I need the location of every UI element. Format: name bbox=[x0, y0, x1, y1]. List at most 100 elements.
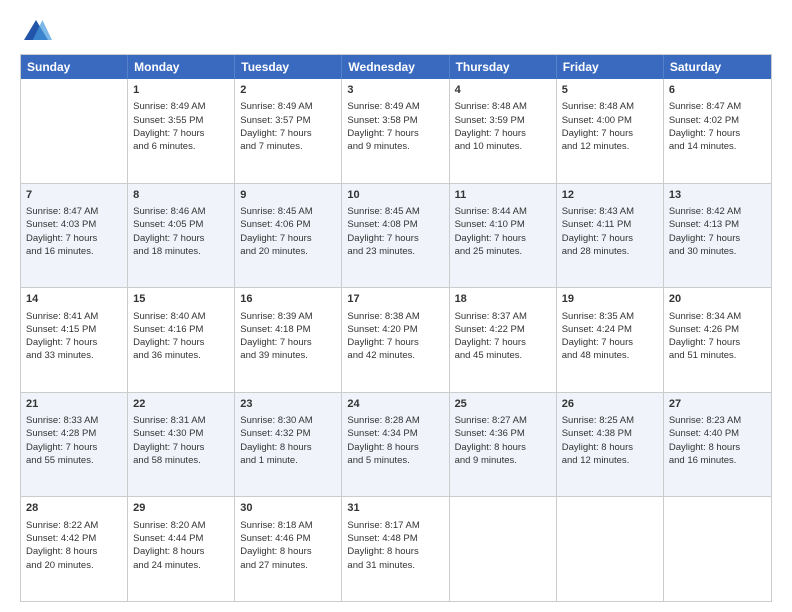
cell-text: Daylight: 7 hours bbox=[133, 336, 229, 349]
day-number: 22 bbox=[133, 397, 229, 412]
calendar-cell: 14Sunrise: 8:41 AMSunset: 4:15 PMDayligh… bbox=[21, 288, 128, 392]
cell-text: Sunset: 4:02 PM bbox=[669, 114, 766, 127]
day-number: 2 bbox=[240, 83, 336, 98]
day-number: 21 bbox=[26, 397, 122, 412]
cell-text: Sunrise: 8:48 AM bbox=[562, 100, 658, 113]
logo bbox=[20, 16, 56, 48]
cell-text: Daylight: 7 hours bbox=[347, 232, 443, 245]
calendar-cell bbox=[21, 79, 128, 183]
day-number: 10 bbox=[347, 188, 443, 203]
day-number: 8 bbox=[133, 188, 229, 203]
calendar-cell: 4Sunrise: 8:48 AMSunset: 3:59 PMDaylight… bbox=[450, 79, 557, 183]
header-day-monday: Monday bbox=[128, 55, 235, 79]
day-number: 17 bbox=[347, 292, 443, 307]
header-day-friday: Friday bbox=[557, 55, 664, 79]
cell-text: Daylight: 8 hours bbox=[240, 441, 336, 454]
cell-text: Daylight: 7 hours bbox=[669, 232, 766, 245]
cell-text: Sunrise: 8:28 AM bbox=[347, 414, 443, 427]
cell-text: and 55 minutes. bbox=[26, 454, 122, 467]
calendar-cell: 5 Sunrise: 8:48 AMSunset: 4:00 PMDaylight… bbox=[557, 79, 664, 183]
cell-text: Daylight: 8 hours bbox=[133, 545, 229, 558]
day-number: 5 bbox=[562, 83, 658, 98]
calendar-body: 1Sunrise: 8:49 AMSunset: 3:55 PMDaylight… bbox=[21, 79, 771, 601]
cell-text: Sunrise: 8:38 AM bbox=[347, 310, 443, 323]
calendar: SundayMondayTuesdayWednesdayThursdayFrid… bbox=[20, 54, 772, 602]
cell-text: Sunset: 4:11 PM bbox=[562, 218, 658, 231]
cell-text: Sunset: 3:55 PM bbox=[133, 114, 229, 127]
calendar-cell: 12Sunrise: 8:43 AMSunset: 4:11 PMDayligh… bbox=[557, 184, 664, 288]
cell-text: Sunrise: 8:20 AM bbox=[133, 519, 229, 532]
cell-text: Daylight: 7 hours bbox=[240, 127, 336, 140]
cell-text: Daylight: 7 hours bbox=[26, 441, 122, 454]
cell-text: Sunrise: 8:31 AM bbox=[133, 414, 229, 427]
calendar-cell bbox=[450, 497, 557, 601]
calendar-row-3: 14Sunrise: 8:41 AMSunset: 4:15 PMDayligh… bbox=[21, 287, 771, 392]
cell-text: and 20 minutes. bbox=[240, 245, 336, 258]
cell-text: Daylight: 7 hours bbox=[133, 232, 229, 245]
day-number: 3 bbox=[347, 83, 443, 98]
cell-text: Daylight: 8 hours bbox=[669, 441, 766, 454]
day-number: 23 bbox=[240, 397, 336, 412]
cell-text: Sunrise: 8:42 AM bbox=[669, 205, 766, 218]
cell-text: Sunrise: 8:39 AM bbox=[240, 310, 336, 323]
cell-text: Sunset: 4:00 PM bbox=[562, 114, 658, 127]
calendar-header-row: SundayMondayTuesdayWednesdayThursdayFrid… bbox=[21, 55, 771, 79]
cell-text: Daylight: 7 hours bbox=[240, 232, 336, 245]
cell-text: Sunset: 4:24 PM bbox=[562, 323, 658, 336]
calendar-cell: 27Sunrise: 8:23 AMSunset: 4:40 PMDayligh… bbox=[664, 393, 771, 497]
cell-text: and 58 minutes. bbox=[133, 454, 229, 467]
cell-text: Sunrise: 8:47 AM bbox=[669, 100, 766, 113]
cell-text: Sunset: 4:28 PM bbox=[26, 427, 122, 440]
cell-text: and 42 minutes. bbox=[347, 349, 443, 362]
cell-text: Daylight: 7 hours bbox=[669, 336, 766, 349]
day-number: 28 bbox=[26, 501, 122, 516]
day-number: 24 bbox=[347, 397, 443, 412]
page: SundayMondayTuesdayWednesdayThursdayFrid… bbox=[0, 0, 792, 612]
cell-text: Daylight: 7 hours bbox=[562, 127, 658, 140]
cell-text: Sunset: 4:08 PM bbox=[347, 218, 443, 231]
cell-text: and 27 minutes. bbox=[240, 559, 336, 572]
calendar-cell: 25Sunrise: 8:27 AMSunset: 4:36 PMDayligh… bbox=[450, 393, 557, 497]
cell-text: Daylight: 7 hours bbox=[455, 336, 551, 349]
calendar-cell: 17Sunrise: 8:38 AMSunset: 4:20 PMDayligh… bbox=[342, 288, 449, 392]
cell-text: Sunset: 4:20 PM bbox=[347, 323, 443, 336]
cell-text: Sunrise: 8:30 AM bbox=[240, 414, 336, 427]
cell-text: Daylight: 8 hours bbox=[455, 441, 551, 454]
cell-text: Sunset: 3:57 PM bbox=[240, 114, 336, 127]
cell-text: Daylight: 8 hours bbox=[562, 441, 658, 454]
cell-text: and 9 minutes. bbox=[455, 454, 551, 467]
cell-text: Sunrise: 8:40 AM bbox=[133, 310, 229, 323]
day-number: 14 bbox=[26, 292, 122, 307]
cell-text: Sunrise: 8:18 AM bbox=[240, 519, 336, 532]
cell-text: Sunset: 4:36 PM bbox=[455, 427, 551, 440]
cell-text: and 30 minutes. bbox=[669, 245, 766, 258]
cell-text: and 36 minutes. bbox=[133, 349, 229, 362]
calendar-cell bbox=[664, 497, 771, 601]
day-number: 13 bbox=[669, 188, 766, 203]
calendar-cell: 2Sunrise: 8:49 AMSunset: 3:57 PMDaylight… bbox=[235, 79, 342, 183]
cell-text: Daylight: 7 hours bbox=[562, 232, 658, 245]
calendar-row-4: 21Sunrise: 8:33 AMSunset: 4:28 PMDayligh… bbox=[21, 392, 771, 497]
day-number: 15 bbox=[133, 292, 229, 307]
cell-text: Sunrise: 8:22 AM bbox=[26, 519, 122, 532]
calendar-cell: 22Sunrise: 8:31 AMSunset: 4:30 PMDayligh… bbox=[128, 393, 235, 497]
cell-text: Sunrise: 8:37 AM bbox=[455, 310, 551, 323]
day-number: 16 bbox=[240, 292, 336, 307]
cell-text: Sunset: 4:15 PM bbox=[26, 323, 122, 336]
cell-text: Sunset: 4:30 PM bbox=[133, 427, 229, 440]
calendar-row-1: 1Sunrise: 8:49 AMSunset: 3:55 PMDaylight… bbox=[21, 79, 771, 183]
cell-text: Sunset: 4:44 PM bbox=[133, 532, 229, 545]
cell-text: Sunset: 4:40 PM bbox=[669, 427, 766, 440]
cell-text: Daylight: 8 hours bbox=[26, 545, 122, 558]
cell-text: Sunset: 4:13 PM bbox=[669, 218, 766, 231]
calendar-cell: 1Sunrise: 8:49 AMSunset: 3:55 PMDaylight… bbox=[128, 79, 235, 183]
day-number: 11 bbox=[455, 188, 551, 203]
day-number: 20 bbox=[669, 292, 766, 307]
cell-text: Daylight: 8 hours bbox=[347, 441, 443, 454]
cell-text: and 20 minutes. bbox=[26, 559, 122, 572]
cell-text: Sunrise: 8:23 AM bbox=[669, 414, 766, 427]
day-number: 31 bbox=[347, 501, 443, 516]
calendar-cell: 15Sunrise: 8:40 AMSunset: 4:16 PMDayligh… bbox=[128, 288, 235, 392]
cell-text: Sunrise: 8:17 AM bbox=[347, 519, 443, 532]
day-number: 6 bbox=[669, 83, 766, 98]
